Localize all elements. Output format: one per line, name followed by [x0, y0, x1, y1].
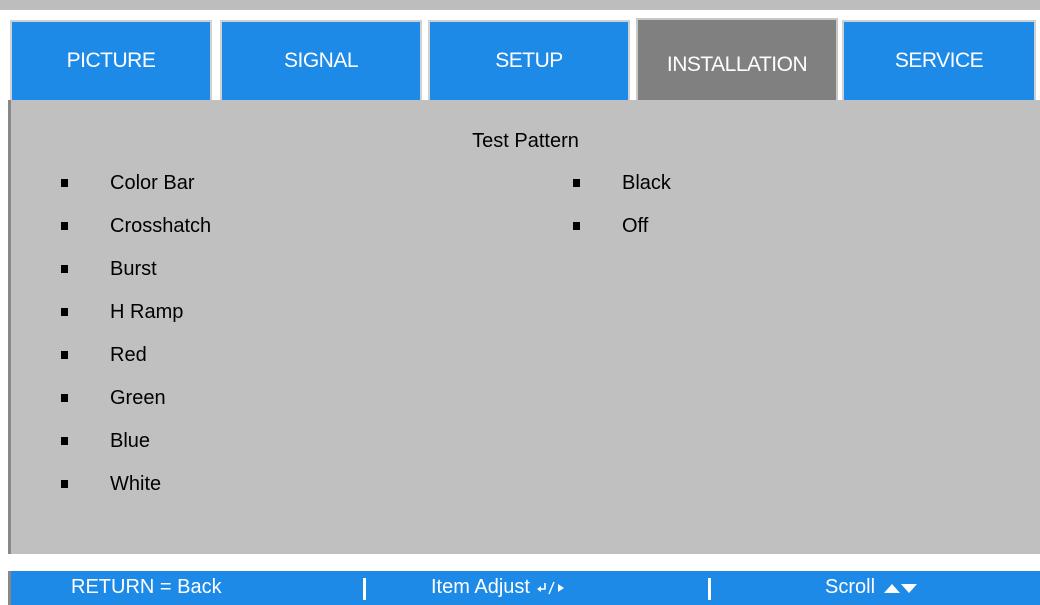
osd-menu: PICTURE SIGNAL SETUP INSTALLATION SERVIC…	[0, 0, 1040, 605]
menu-item-label: Black	[622, 171, 671, 194]
item-adjust-label: Item Adjust	[431, 576, 530, 598]
tab-service[interactable]: SERVICE	[842, 20, 1036, 102]
panel-bottom-border	[8, 554, 1040, 558]
tab-setup[interactable]: SETUP	[428, 20, 630, 102]
menu-item-h-ramp[interactable]: H Ramp	[61, 297, 183, 327]
bullet-icon	[61, 437, 68, 445]
menu-item-label: Green	[110, 386, 166, 409]
menu-item-label: Red	[110, 343, 147, 366]
bullet-icon	[61, 179, 68, 187]
menu-item-crosshatch[interactable]: Crosshatch	[61, 211, 211, 241]
bullet-icon	[61, 222, 68, 230]
enter-right-arrow-icon	[536, 581, 564, 594]
menu-item-off[interactable]: Off	[573, 211, 648, 241]
menu-item-label: Off	[622, 214, 649, 237]
scroll-label: Scroll	[825, 576, 876, 598]
bullet-icon	[61, 351, 68, 359]
menu-item-label: Burst	[110, 257, 157, 280]
menu-item-label: Crosshatch	[110, 214, 212, 237]
menu-item-green[interactable]: Green	[61, 383, 166, 413]
menu-item-color-bar[interactable]: Color Bar	[61, 168, 194, 198]
bullet-icon	[61, 480, 68, 488]
menu-item-red[interactable]: Red	[61, 340, 147, 370]
bullet-icon	[61, 308, 68, 316]
up-down-triangle-icon	[883, 583, 917, 593]
tab-label: SERVICE	[894, 49, 984, 72]
menu-item-label: H Ramp	[110, 300, 184, 323]
test-pattern-panel: Test Pattern Color Bar Crosshatch Burst …	[8, 100, 1040, 554]
menu-item-blue[interactable]: Blue	[61, 426, 150, 456]
bullet-icon	[573, 222, 580, 230]
bullet-icon	[61, 394, 68, 402]
tab-label: INSTALLATION	[666, 53, 808, 76]
tab-label: SETUP	[495, 49, 563, 72]
item-adjust-hint: Item Adjust	[431, 576, 566, 599]
menu-item-label: Blue	[110, 429, 151, 452]
tab-label: PICTURE	[66, 49, 156, 72]
tab-bar: PICTURE SIGNAL SETUP INSTALLATION SERVIC…	[0, 10, 1040, 110]
menu-item-white[interactable]: White	[61, 469, 161, 499]
return-hint: RETURN = Back	[71, 576, 222, 598]
menu-item-label: White	[110, 472, 162, 495]
tab-picture[interactable]: PICTURE	[10, 20, 212, 102]
footer-divider	[363, 578, 366, 600]
scroll-hint: Scroll	[825, 576, 919, 599]
menu-item-burst[interactable]: Burst	[61, 254, 157, 284]
bullet-icon	[573, 179, 580, 187]
bullet-icon	[61, 265, 68, 273]
menu-item-label: Color Bar	[110, 171, 195, 194]
footer-divider	[708, 578, 711, 600]
panel-title: Test Pattern	[472, 130, 579, 152]
top-border	[0, 0, 1040, 10]
footer-hint-bar: RETURN = Back Item Adjust Scroll	[8, 571, 1040, 605]
tab-label: SIGNAL	[283, 49, 359, 72]
menu-item-black[interactable]: Black	[573, 168, 671, 198]
tab-signal[interactable]: SIGNAL	[220, 20, 422, 102]
tab-installation[interactable]: INSTALLATION	[636, 18, 838, 110]
